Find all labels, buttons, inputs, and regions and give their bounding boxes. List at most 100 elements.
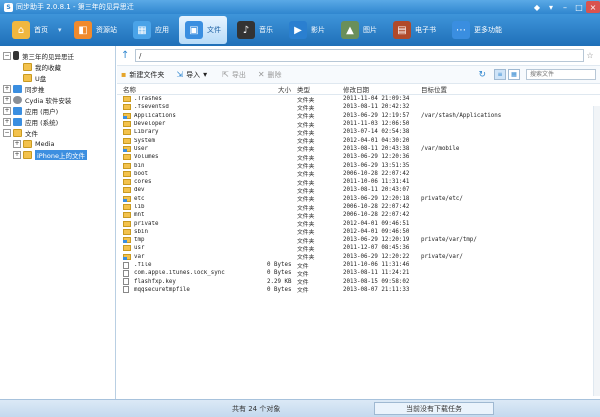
table-row[interactable]: etc 文件夹 2013-06-29 12:20:18 private/etc/: [117, 195, 600, 203]
toolbar-home-button[interactable]: ⌂ 首页: [6, 16, 54, 44]
search-input[interactable]: [526, 69, 596, 80]
file-browser: ↑ ☆ ▪ 新建文件夹 ⇲ 导入 ▾ ⇱ 导出 ✕ 删除 ↻ ≡ ▦ 名称 大小: [117, 46, 600, 399]
skin-icon[interactable]: ◆: [530, 1, 544, 13]
tree-item-user-apps[interactable]: + 应用 (用户): [0, 105, 115, 116]
tree-item-cydia[interactable]: + Cydia 软件安装: [0, 94, 115, 105]
table-row[interactable]: boot 文件夹 2006-10-28 22:07:42: [117, 170, 600, 178]
table-row[interactable]: Library 文件夹 2013-07-14 02:54:38: [117, 128, 600, 137]
tree-item-media[interactable]: + Media: [0, 138, 115, 149]
path-input[interactable]: [135, 49, 584, 62]
collapse-icon[interactable]: −: [3, 51, 11, 60]
modified-date: 2012-04-01 09:46:51: [343, 220, 410, 227]
table-row[interactable]: Developer 文件夹 2011-11-03 12:06:50: [117, 120, 600, 129]
delete-button[interactable]: ✕ 删除: [258, 70, 282, 80]
expand-icon[interactable]: +: [13, 150, 21, 159]
folder-link-icon: [123, 253, 131, 260]
folder-icon: [123, 129, 131, 136]
table-row[interactable]: dev 文件夹 2013-08-11 20:43:07: [117, 186, 600, 195]
table-row[interactable]: lib 文件夹 2006-10-28 22:07:42: [117, 203, 600, 212]
table-row[interactable]: mqqsecuretmpfile 0 Bytes 文件 2013-08-07 21:1…: [117, 286, 600, 294]
toolbar-music-button[interactable]: ♪ 音乐: [231, 16, 279, 44]
more-icon: ⋯: [452, 21, 470, 39]
table-row[interactable]: Applications 文件夹 2013-06-29 12:19:57/var/s…: [117, 112, 600, 120]
toolbar-pictures-button[interactable]: ▲ 图片: [335, 16, 383, 44]
vertical-scrollbar[interactable]: [593, 106, 600, 396]
link-target: private/var/: [421, 253, 463, 260]
header-size[interactable]: 大小: [267, 84, 291, 94]
table-row[interactable]: System 文件夹 2012-04-01 04:30:20: [117, 136, 600, 145]
table-row[interactable]: mnt 文件夹 2006-10-28 22:07:42: [117, 211, 600, 220]
close-icon[interactable]: ×: [586, 1, 600, 13]
table-row[interactable]: usr 文件夹 2011-12-07 08:45:36: [117, 244, 600, 253]
table-row[interactable]: flashfxp.key 2.29 KB 文件 2013-08-15 09:58:02: [117, 278, 600, 286]
table-row[interactable]: cores 文件夹 2011-10-06 11:31:41: [117, 178, 600, 187]
file-name: private: [134, 220, 159, 227]
folder-icon: [123, 212, 131, 219]
table-row[interactable]: private 文件夹 2012-04-01 09:46:51: [117, 219, 600, 228]
table-row[interactable]: com.apple.itunes.lock_sync 0 Bytes 文件 2013-…: [117, 269, 600, 278]
toolbar-dropdown-icon[interactable]: ▾: [58, 26, 68, 34]
header-type[interactable]: 类型: [291, 84, 341, 94]
favorite-star-icon[interactable]: ☆: [584, 51, 596, 60]
toolbar-more-button[interactable]: ⋯ 更多功能: [446, 16, 508, 44]
table-row[interactable]: .file 0 Bytes 文件 2011-10-06 11:31:46: [117, 261, 600, 270]
expand-icon[interactable]: +: [3, 117, 11, 126]
modified-date: 2013-08-11 20:42:32: [343, 104, 410, 111]
tree-item-system-apps[interactable]: + 应用 (系统): [0, 116, 115, 127]
file-name: Volumes: [134, 154, 159, 161]
tree-item-favorites[interactable]: 我的收藏: [0, 61, 115, 72]
table-row[interactable]: User 文件夹 2013-08-11 20:43:38/var/mobile: [117, 145, 600, 153]
tree-item-udisk[interactable]: U盘: [0, 72, 115, 83]
collapse-icon[interactable]: −: [3, 128, 11, 137]
table-row[interactable]: .Trashes 文件夹 2011-11-04 21:09:34: [117, 95, 600, 104]
tree-item-device[interactable]: − 第三年的见异思迁: [0, 50, 115, 61]
import-icon: ⇲: [176, 70, 184, 79]
modified-date: 2011-11-04 21:09:34: [343, 96, 410, 103]
table-row[interactable]: Volumes 文件夹 2013-06-29 12:20:36: [117, 153, 600, 162]
header-target[interactable]: 目标位置: [419, 84, 600, 94]
file-icon: [123, 286, 129, 294]
menu-icon[interactable]: ▾: [544, 1, 558, 13]
download-task-button[interactable]: 当前没有下载任务: [374, 402, 494, 415]
modified-date: 2013-08-11 20:43:07: [343, 187, 410, 194]
table-row[interactable]: sbin 文件夹 2012-04-01 09:46:50: [117, 228, 600, 236]
tree-item-files[interactable]: − 文件: [0, 127, 115, 138]
expand-icon[interactable]: +: [3, 106, 11, 115]
folder-icon: [23, 139, 32, 148]
toolbar-files-button[interactable]: ▣ 文件: [179, 16, 227, 44]
tree-item-iphone-files[interactable]: + iPhone上的文件: [0, 149, 115, 160]
import-button[interactable]: ⇲ 导入 ▾: [176, 70, 210, 80]
up-arrow-icon[interactable]: ↑: [121, 50, 135, 61]
minimize-icon[interactable]: –: [558, 1, 572, 13]
refresh-icon[interactable]: ↻: [478, 70, 486, 80]
header-date[interactable]: 修改日期: [341, 84, 419, 94]
expand-icon[interactable]: +: [3, 95, 11, 104]
new-folder-button[interactable]: ▪ 新建文件夹: [121, 70, 164, 80]
file-size: 2.29 KB: [267, 278, 292, 285]
maximize-icon[interactable]: □: [572, 1, 586, 13]
toolbar-apps-button[interactable]: ▦ 应用: [127, 16, 175, 44]
table-row[interactable]: .fseventsd 文件夹 2013-08-11 20:42:32: [117, 103, 600, 112]
modified-date: 2013-06-29 12:20:22: [343, 253, 410, 260]
file-name: .file: [134, 262, 152, 269]
expand-icon[interactable]: +: [3, 84, 11, 93]
file-name: mnt: [134, 212, 145, 219]
grid-view-icon[interactable]: ▦: [508, 69, 520, 80]
toolbar-video-button[interactable]: ▶ 影片: [283, 16, 331, 44]
toolbar-store-button[interactable]: ◧ 资源站: [68, 16, 123, 44]
new-folder-icon: ▪: [121, 70, 127, 79]
expand-icon[interactable]: +: [13, 139, 21, 148]
cydia-icon: [13, 95, 22, 104]
iphone-icon: [13, 51, 19, 60]
table-row[interactable]: var 文件夹 2013-06-29 12:20:22 private/var/: [117, 253, 600, 261]
export-button[interactable]: ⇱ 导出: [222, 70, 246, 80]
tree-item-tongbutui[interactable]: + 同步推: [0, 83, 115, 94]
folder-link-icon: [123, 237, 131, 244]
table-row[interactable]: bin 文件夹 2013-06-29 13:51:35: [117, 161, 600, 170]
table-row[interactable]: tmp 文件夹 2013-06-29 12:20:19 private/var/tmp…: [117, 236, 600, 245]
header-name[interactable]: 名称: [117, 84, 267, 94]
link-target: private/var/tmp/: [421, 237, 477, 244]
toolbar-ebook-button[interactable]: ▤ 电子书: [387, 16, 442, 44]
picture-icon: ▲: [341, 21, 359, 39]
list-view-icon[interactable]: ≡: [494, 69, 506, 80]
